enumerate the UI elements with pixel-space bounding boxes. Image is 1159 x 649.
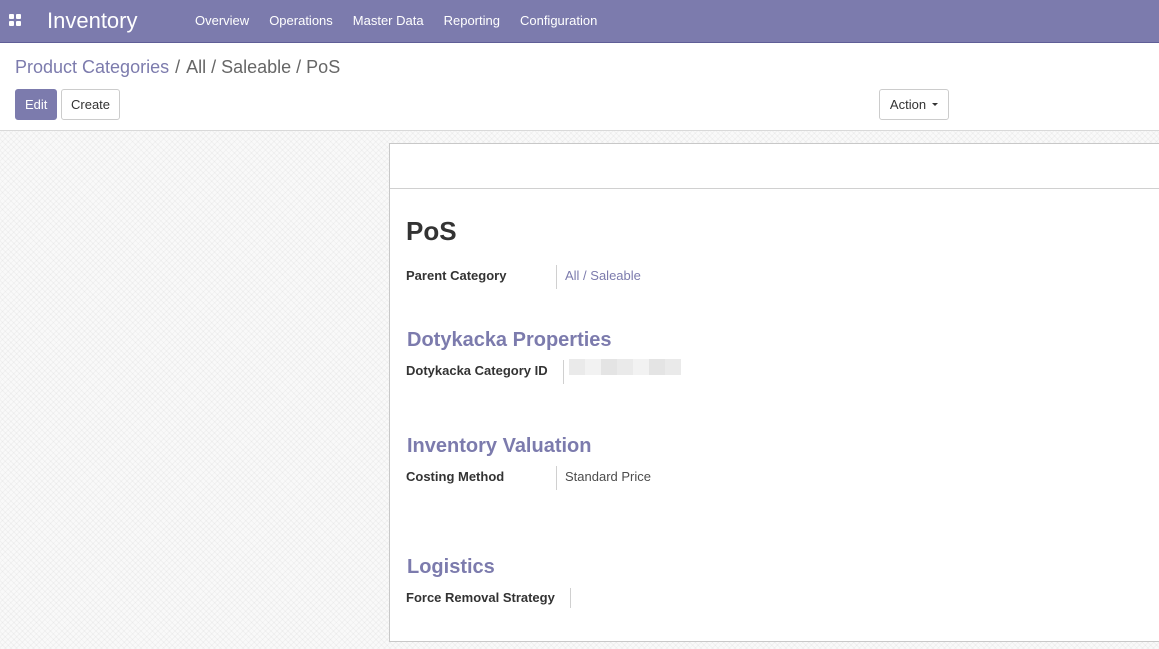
dotykacka-category-id-label: Dotykacka Category ID	[406, 363, 548, 378]
breadcrumb-separator: /	[175, 57, 181, 77]
parent-category-link[interactable]: All / Saleable	[565, 268, 641, 283]
field-divider	[556, 466, 557, 490]
edit-button[interactable]: Edit	[15, 89, 58, 120]
action-label: Action	[889, 97, 927, 112]
menu-configuration[interactable]: Configuration	[510, 0, 607, 43]
menu-overview[interactable]: Overview	[185, 0, 259, 43]
parent-category-label: Parent Category	[406, 268, 507, 283]
menu-master-data[interactable]: Master Data	[343, 0, 434, 43]
breadcrumb: Product Categories / All / Saleable / PoS	[15, 56, 340, 78]
breadcrumb-current: All / Saleable / PoS	[186, 57, 341, 77]
form-view: PoS Parent Category All / Saleable Dotyk…	[0, 131, 1159, 649]
form-sheet: PoS Parent Category All / Saleable Dotyk…	[389, 143, 1159, 642]
section-title-valuation: Inventory Valuation	[407, 435, 592, 457]
dotykacka-category-id-value	[569, 359, 681, 375]
record-title: PoS	[406, 216, 457, 246]
breadcrumb-parent-link[interactable]: Product Categories	[15, 57, 169, 77]
field-divider	[563, 360, 564, 384]
create-button[interactable]: Create	[61, 89, 121, 120]
menu-operations[interactable]: Operations	[259, 0, 343, 43]
costing-method-value: Standard Price	[565, 469, 651, 484]
caret-down-icon	[932, 103, 939, 107]
action-dropdown-button[interactable]: Action	[879, 89, 949, 120]
section-title-dotykacka: Dotykacka Properties	[407, 329, 612, 351]
grid-icon[interactable]	[9, 14, 21, 26]
force-removal-strategy-label: Force Removal Strategy	[406, 590, 555, 605]
costing-method-label: Costing Method	[406, 469, 505, 484]
app-title[interactable]: Inventory	[47, 8, 138, 34]
field-divider	[556, 265, 557, 289]
sheet-header	[390, 144, 1159, 189]
top-navbar: Inventory Overview Operations Master Dat…	[0, 0, 1159, 43]
section-title-logistics: Logistics	[407, 556, 495, 578]
main-menu: Overview Operations Master Data Reportin…	[185, 0, 607, 43]
menu-reporting[interactable]: Reporting	[434, 0, 510, 43]
field-divider	[570, 588, 571, 608]
control-panel: Product Categories / All / Saleable / PoS …	[0, 43, 1159, 131]
